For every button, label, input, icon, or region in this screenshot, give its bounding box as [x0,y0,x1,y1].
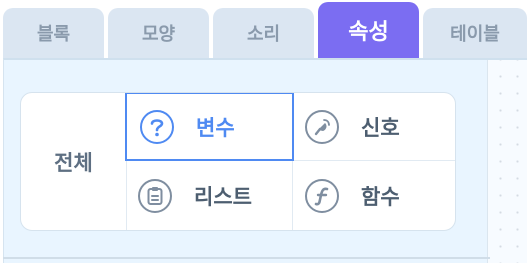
filter-lists-label: 리스트 [194,184,252,209]
property-filter-card: 전체 변수 신호 리스트 함수 [20,92,456,231]
list-icon [138,178,172,213]
tab-label: 속성 [348,20,389,45]
divider [3,257,490,259]
signal-icon [305,109,339,144]
filter-signals[interactable]: 신호 [293,93,455,160]
tab-sounds[interactable]: 소리 [213,8,314,60]
filter-variables[interactable]: 변수 [125,93,294,161]
filter-all-label: 전체 [54,150,93,175]
tab-label: 테이블 [450,24,500,45]
tab-label: 블록 [36,24,71,45]
tab-blocks[interactable]: 블록 [3,8,104,60]
filter-functions[interactable]: 함수 [293,161,455,230]
filter-functions-label: 함수 [361,184,400,209]
tab-label: 소리 [246,24,281,45]
tab-label: 모양 [141,24,176,45]
tab-tables[interactable]: 테이블 [423,8,527,60]
tab-bar: 블록 모양 소리 속성 테이블 [0,0,527,60]
filter-lists[interactable]: 리스트 [127,161,292,230]
question-icon [140,109,174,144]
filter-variables-label: 변수 [196,115,235,140]
tab-properties[interactable]: 속성 [318,2,419,60]
filter-all[interactable]: 전체 [21,93,126,230]
filter-signals-label: 신호 [361,115,400,140]
workspace-grid [487,60,527,263]
tab-shapes[interactable]: 모양 [108,8,209,60]
function-icon [305,178,339,213]
